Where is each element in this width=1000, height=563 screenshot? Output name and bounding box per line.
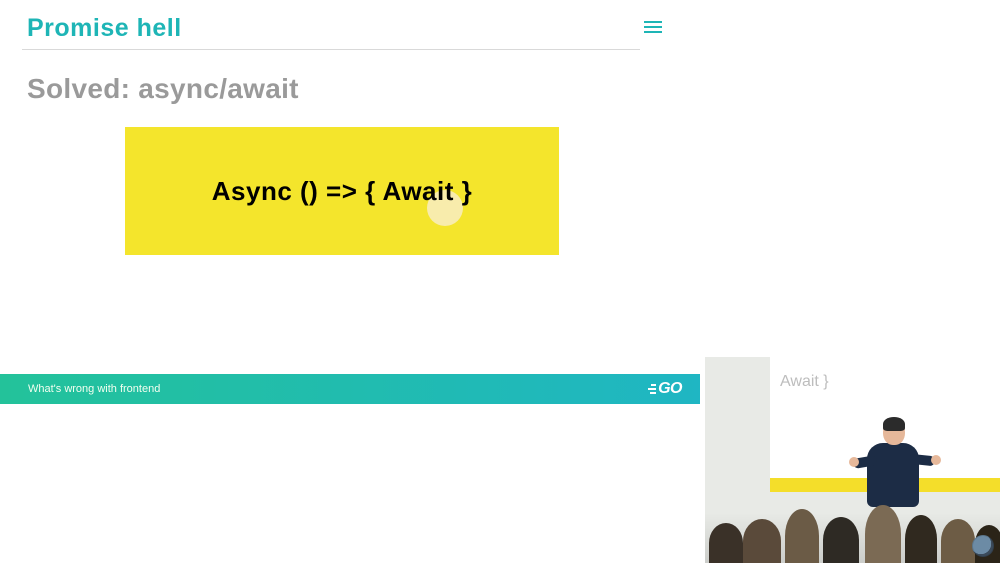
speaker-figure xyxy=(857,415,927,515)
go-logo: GO xyxy=(646,380,682,398)
slide-title: Promise hell xyxy=(27,14,182,43)
menu-icon[interactable] xyxy=(644,18,662,36)
audience xyxy=(705,513,1000,563)
title-divider xyxy=(22,49,640,50)
code-highlight-box: Async () => { Await } xyxy=(125,127,559,255)
go-logo-text: GO xyxy=(658,380,682,398)
speaker-camera-overlay: Await } xyxy=(705,357,1000,563)
footer-talk-title: What's wrong with frontend xyxy=(28,383,160,395)
blank-area xyxy=(0,404,705,563)
slide-footer: What's wrong with frontend GO xyxy=(0,374,700,404)
code-snippet: Async () => { Await } xyxy=(212,176,472,207)
event-logo-icon xyxy=(972,535,994,557)
projected-slide-text: Await } xyxy=(780,373,829,391)
presentation-slide: Promise hell Solved: async/await Async (… xyxy=(0,0,700,410)
slide-subtitle: Solved: async/await xyxy=(27,73,299,105)
go-speed-lines-icon xyxy=(646,383,656,395)
